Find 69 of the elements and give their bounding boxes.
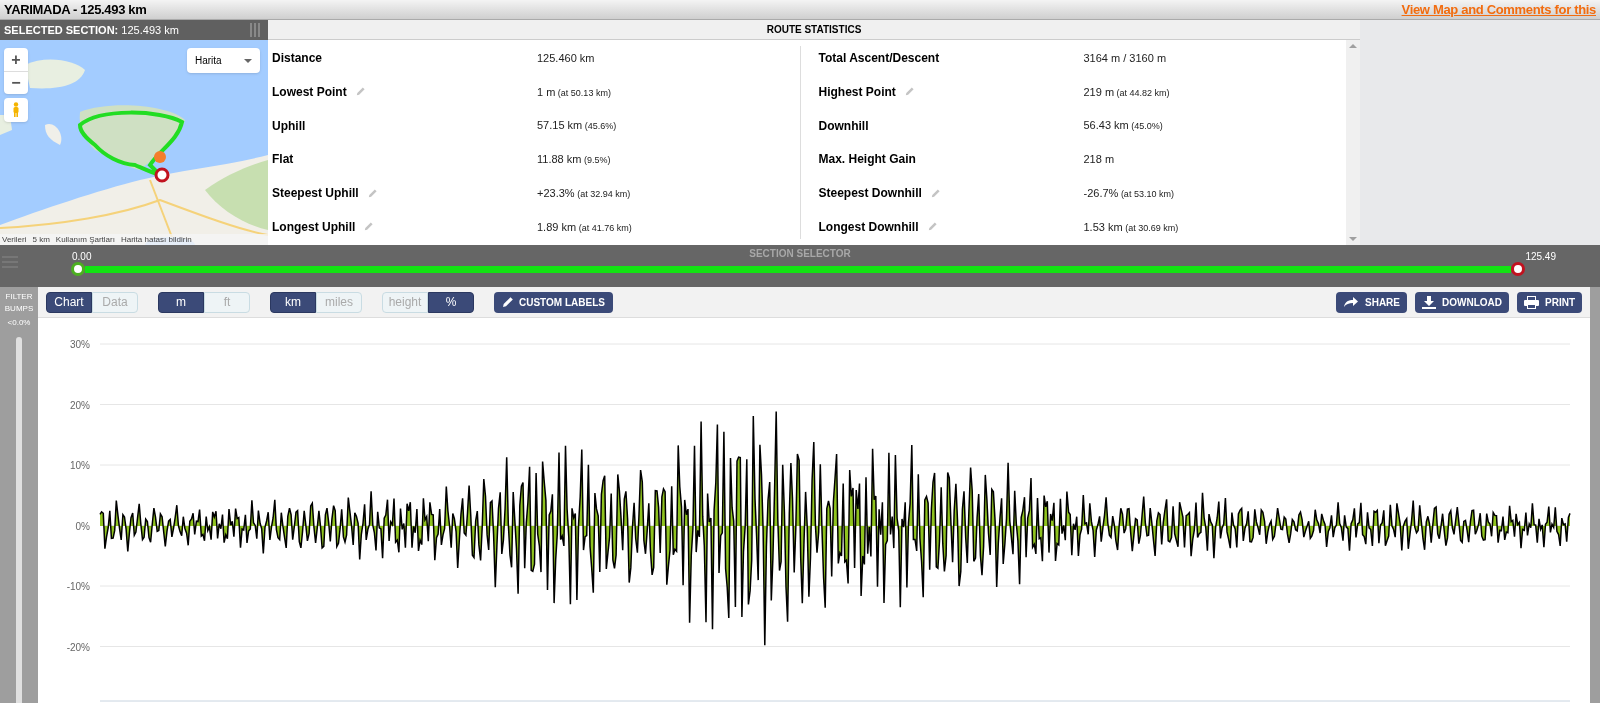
stat-value: -26.7% (at 53.10 km) <box>1083 185 1174 201</box>
pencil-icon[interactable] <box>366 187 378 199</box>
stat-label: Lowest Point <box>272 83 347 101</box>
share-arrow-icon <box>1343 296 1359 308</box>
stat-label: Flat <box>272 151 294 169</box>
toggle-option[interactable]: km <box>270 291 316 313</box>
y-axis-label: 0% <box>74 519 90 534</box>
filter-value: <0.0% <box>7 317 31 329</box>
action-button[interactable]: SHARE <box>1336 291 1407 313</box>
stat-label: Longest Downhill <box>818 219 919 236</box>
pencil-icon[interactable] <box>354 86 366 98</box>
stat-value: 11.88 km (9.5%) <box>537 152 611 168</box>
pencil-icon <box>502 296 514 308</box>
toggle-option[interactable]: % <box>428 291 474 313</box>
stat-label: Highest Point <box>818 83 896 101</box>
stat-label: Longest Uphill <box>272 219 356 236</box>
section-selector-title: SECTION SELECTOR <box>749 247 851 261</box>
pencil-icon[interactable] <box>929 187 941 199</box>
stat-value: 3164 m / 3160 m <box>1083 50 1167 66</box>
zoom-in-button[interactable]: + <box>4 48 28 71</box>
pencil-icon[interactable] <box>926 221 938 233</box>
person-icon[interactable] <box>4 98 28 122</box>
attribution-text[interactable]: Harita hatası bildirin <box>120 235 192 244</box>
range-end-label: 125.49 <box>1525 250 1556 264</box>
route-title: YARIMADA - 125.493 km <box>4 0 147 19</box>
stat-label: Uphill <box>272 117 306 135</box>
stat-value: 125.460 km <box>537 50 595 66</box>
toggle-option[interactable]: m <box>158 291 204 313</box>
y-axis-label: -10% <box>65 580 90 594</box>
stat-label: Steepest Uphill <box>272 185 359 203</box>
stat-value: 56.43 km (45.0%) <box>1083 118 1163 134</box>
stat-label: Max. Height Gain <box>818 151 916 169</box>
stat-label: Steepest Downhill <box>818 185 922 203</box>
y-axis-label: 10% <box>69 459 90 473</box>
y-axis-label: -20% <box>65 640 90 655</box>
stat-value: 219 m (at 44.82 km) <box>1083 84 1170 100</box>
scrollbar[interactable] <box>1346 40 1360 245</box>
attribution-text: 5 km <box>32 235 50 244</box>
range-start-label: 0.00 <box>72 250 92 264</box>
action-button[interactable]: PRINT <box>1517 291 1582 313</box>
y-axis-label: 20% <box>69 398 90 413</box>
stat-value: 1 m (at 50.13 km) <box>537 84 611 100</box>
stat-value: 1.89 km (at 41.76 km) <box>537 219 632 235</box>
download-icon <box>1422 295 1436 309</box>
stat-value: +23.3% (at 32.94 km) <box>537 185 631 201</box>
stat-value: 218 m <box>1083 152 1115 168</box>
filter-label: FILTER BUMPS <box>4 291 34 315</box>
attribution-text: Verileri <box>2 235 27 244</box>
y-axis-label: 30% <box>69 338 90 352</box>
custom-labels-button[interactable]: CUSTOM LABELS <box>494 291 613 313</box>
selected-section-text: SELECTED SECTION: 125.493 km <box>4 22 179 38</box>
range-bar[interactable] <box>85 265 1511 273</box>
printer-icon <box>1524 295 1539 309</box>
action-button[interactable]: DOWNLOAD <box>1415 291 1509 313</box>
drag-handle-icon[interactable] <box>250 23 260 37</box>
range-start-handle[interactable] <box>71 262 85 276</box>
statistics-title: ROUTE STATISTICS <box>766 23 862 37</box>
stat-label: Distance <box>272 50 323 67</box>
stat-value: 1.53 km (at 30.69 km) <box>1083 219 1179 235</box>
map-type-dropdown[interactable]: Harita <box>187 48 260 73</box>
stat-value: 57.15 km (45.6%) <box>537 118 617 134</box>
attribution-text[interactable]: Kullanım Şartları <box>55 235 115 244</box>
range-end-handle[interactable] <box>1511 262 1525 276</box>
stat-label: Total Ascent/Descent <box>818 50 940 67</box>
stat-label: Downhill <box>818 117 869 135</box>
pencil-icon[interactable] <box>363 221 375 233</box>
toggle-option[interactable]: Chart <box>46 291 92 313</box>
pencil-icon[interactable] <box>903 86 915 98</box>
zoom-out-button[interactable]: − <box>4 71 28 94</box>
